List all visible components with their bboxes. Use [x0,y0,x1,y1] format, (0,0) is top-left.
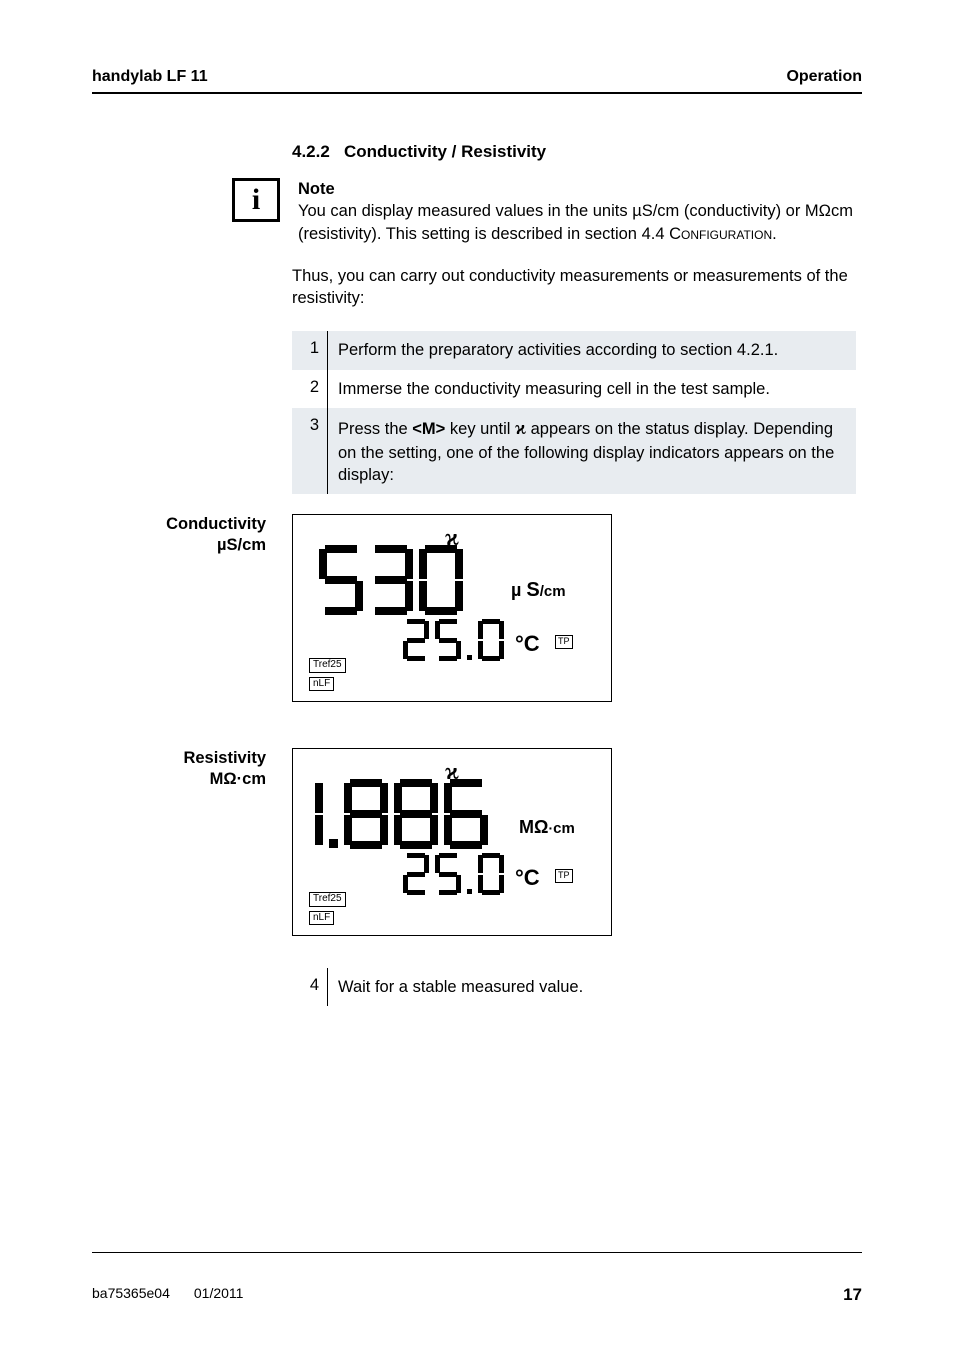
note-body-end: . [772,225,777,243]
lcd-sub-value [403,853,504,895]
lcd-main-value [319,545,463,615]
step-text: Press the <M> key until ϰ appears on the… [328,408,856,494]
display-resistivity: Resistivity MΩ·cm ϰ [92,748,862,936]
lcd-sub-value [403,619,504,661]
note-label: Note [298,180,335,198]
lcd-box-conductivity: ϰ µ S/cm [292,514,612,702]
seg-digit [394,779,438,849]
note-text: Note You can display measured values in … [298,178,862,245]
header-product: handylab LF 11 [92,68,208,86]
unit-mu: µ [511,580,521,600]
cond-label-line2: µS/cm [217,536,266,554]
display-label-resistivity: Resistivity MΩ·cm [92,748,292,791]
tp-indicator: TP [555,869,573,883]
note-unit2: MΩcm [805,202,853,220]
step-row-1: 1 Perform the preparatory activities acc… [292,331,856,369]
seg-digit [403,853,429,895]
lcd-sub-unit: °C [515,631,540,657]
lcd-main-unit: µ S/cm [511,579,566,602]
step-number: 1 [292,331,328,369]
step-row-4: 4 Wait for a stable measured value. [292,968,856,1006]
lcd-main-unit: MΩ·cm [519,817,575,838]
tag-tref25: Tref25 [309,658,346,673]
note-body-mid: (conductivity) or [679,202,805,220]
info-icon-glyph: i [252,185,260,215]
lcd-main-value [307,779,488,849]
seg-digit [344,779,388,849]
lcd-tags: Tref25 nLF [309,892,346,925]
seg-digit [419,545,463,615]
step3-pre: Press the [338,420,412,438]
tag-nlf: nLF [309,911,334,926]
section-heading: 4.2.2 Conductivity / Resistivity [292,142,862,162]
lcd-box-resistivity: ϰ [292,748,612,936]
seg-dot [467,655,472,660]
step-number: 3 [292,408,328,494]
step-text: Wait for a stable measured value. [328,968,856,1006]
page-footer: ba75365e04 01/2011 17 [92,1252,862,1305]
step-text: Immerse the conductivity measuring cell … [328,370,856,408]
display-conductivity: Conductivity µS/cm ϰ [92,514,862,702]
step-row-2: 2 Immerse the conductivity measuring cel… [292,370,856,408]
intro-paragraph: Thus, you can carry out conductivity mea… [292,265,862,310]
footer-doc-id: ba75365e04 [92,1285,170,1305]
note-smallcaps: Configuration [669,225,772,243]
seg-digit [435,619,461,661]
seg-digit [369,545,413,615]
res-label-line1: Resistivity [183,749,266,767]
note-block: i Note You can display measured values i… [92,178,862,245]
cond-label-line1: Conductivity [166,515,266,533]
note-body-pre: You can display measured values in the u… [298,202,632,220]
lcd-sub-unit: °C [515,865,540,891]
lcd-tags: Tref25 nLF [309,658,346,691]
tag-nlf: nLF [309,677,334,692]
info-icon: i [232,178,280,222]
seg-digit [403,619,429,661]
footer-date: 01/2011 [194,1285,244,1305]
section-number: 4.2.2 [292,142,330,161]
step3-key: <M> [412,420,445,438]
tag-tref25: Tref25 [309,892,346,907]
res-label-line2: MΩ·cm [210,770,266,788]
seg-digit [307,779,323,849]
step-number: 4 [292,968,328,1006]
seg-digit [319,545,363,615]
chi-symbol-icon: ϰ [515,418,526,439]
header-section: Operation [786,68,862,86]
step-number: 2 [292,370,328,408]
seg-digit [478,619,504,661]
step3-mid: key until [445,420,515,438]
footer-page-number: 17 [843,1285,862,1305]
seg-digit [478,853,504,895]
step-text: Perform the preparatory activities accor… [328,331,856,369]
seg-digit [435,853,461,895]
tp-indicator: TP [555,635,573,649]
section-title-text: Conductivity / Resistivity [344,142,546,161]
note-unit1: µS/cm [632,202,679,220]
note-body-post: (resistivity). This setting is described… [298,225,669,243]
seg-digit [444,779,488,849]
page-header: handylab LF 11 Operation [92,68,862,94]
seg-dot [329,839,338,848]
display-label-conductivity: Conductivity µS/cm [92,514,292,557]
seg-dot [467,889,472,894]
step-row-3: 3 Press the <M> key until ϰ appears on t… [292,408,856,494]
